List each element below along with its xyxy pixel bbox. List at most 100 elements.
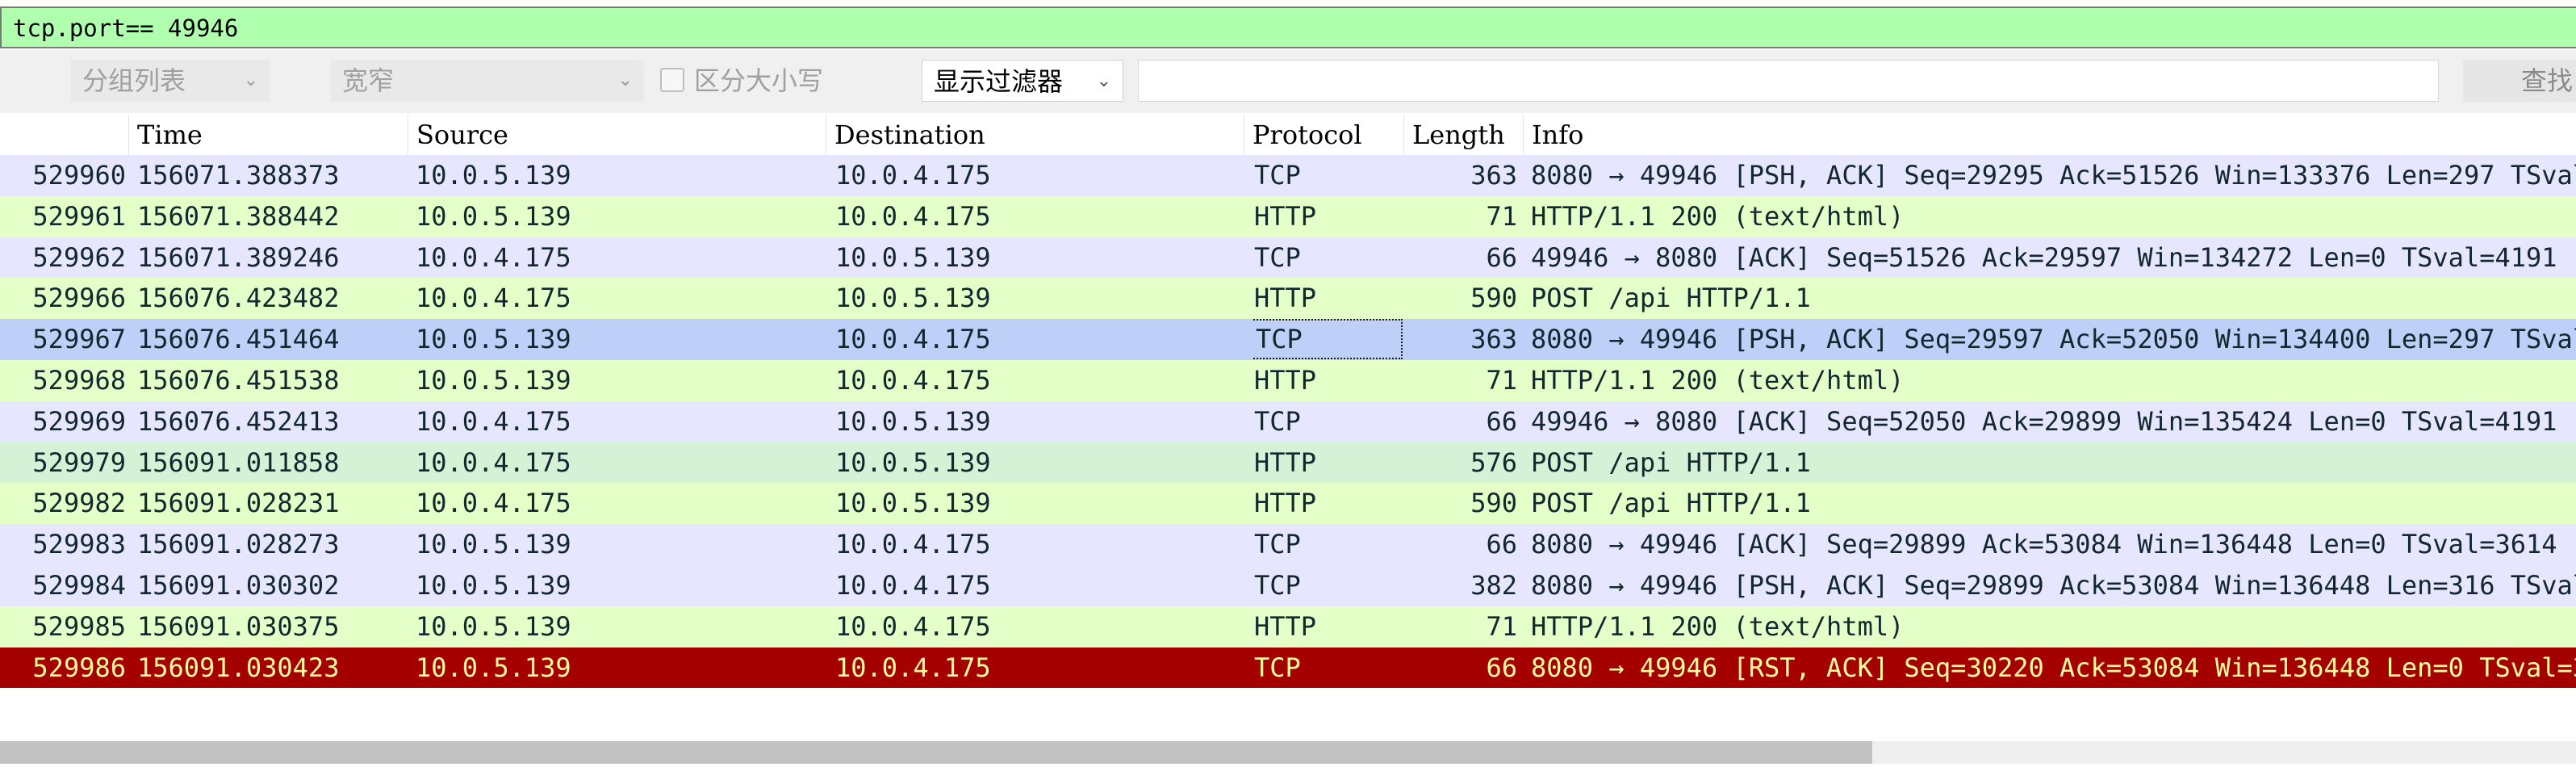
scrollbar-thumb[interactable] [0,741,1872,764]
packet-time: 156091.030423 [137,652,340,683]
packet-length: 66 [1486,652,1517,683]
packet-length: 66 [1486,241,1517,273]
column-header-time[interactable]: Time [129,115,408,155]
display-filter-bar[interactable]: tcp.port== 49946 [0,6,2576,48]
packet-protocol: TCP [1252,524,1403,565]
packet-time: 156076.451464 [137,324,340,355]
packet-protocol: HTTP [1252,278,1403,319]
packet-info: POST /api HTTP/1.1 [1531,283,1811,314]
packet-list[interactable]: Time Source Destination Protocol Length … [0,115,2576,767]
packet-number: 529960 [32,160,126,191]
packet-protocol-text: HTTP [1254,610,1317,642]
packet-destination: 10.0.4.175 [835,569,991,601]
packet-info: 8080 → 49946 [RST, ACK] Seq=30220 Ack=53… [1531,652,2576,683]
packet-protocol: TCP [1252,237,1403,279]
find-button-label: 查找 [2521,65,2574,96]
packet-list-header: Time Source Destination Protocol Length … [0,115,2576,156]
chevron-down-icon: ⌄ [243,70,258,90]
packet-info: HTTP/1.1 200 (text/html) [1531,610,1905,642]
display-filter-input[interactable]: tcp.port== 49946 [13,13,238,44]
packet-protocol-text: HTTP [1254,283,1317,314]
packet-destination: 10.0.5.139 [835,283,991,314]
packet-protocol: TCP [1252,401,1403,442]
case-sensitive-label: 区分大小写 [694,65,824,96]
packet-source: 10.0.4.175 [416,283,571,314]
table-row[interactable]: 529967 156076.451464 10.0.5.139 10.0.4.175 T… [0,319,2576,360]
packet-source: 10.0.5.139 [416,569,571,601]
packet-protocol: HTTP [1252,360,1403,401]
packet-time: 156076.451538 [137,364,340,396]
packet-length: 66 [1486,529,1517,560]
packet-number: 529968 [32,364,126,396]
chevron-down-icon: ⌄ [1096,71,1111,91]
table-row[interactable]: 529968 156076.451538 10.0.5.139 10.0.4.175 H… [0,359,2576,401]
char-width-label: 宽窄 [342,65,395,96]
packet-info: POST /api HTTP/1.1 [1531,446,1811,478]
search-type-dropdown[interactable]: 显示过滤器 ⌄ [922,60,1123,102]
packet-source: 10.0.5.139 [416,364,571,396]
table-row[interactable]: 529960 156071.388373 10.0.5.139 10.0.4.175 T… [0,155,2576,196]
packet-destination: 10.0.4.175 [835,200,991,232]
packet-source: 10.0.4.175 [416,241,571,273]
packet-destination: 10.0.4.175 [835,529,991,560]
packet-destination: 10.0.4.175 [835,364,991,396]
search-type-label: 显示过滤器 [934,66,1064,97]
packet-time: 156071.389246 [137,241,340,273]
table-row[interactable]: 529985 156091.030375 10.0.5.139 10.0.4.175 H… [0,606,2576,648]
find-button[interactable]: 查找 [2463,60,2576,102]
table-row[interactable]: 529986 156091.030423 10.0.5.139 10.0.4.175 T… [0,647,2576,689]
column-header-no[interactable] [0,115,129,155]
packet-protocol: TCP [1252,155,1403,196]
packet-info: 49946 → 8080 [ACK] Seq=52050 Ack=29899 W… [1531,405,2557,437]
packet-destination: 10.0.5.139 [835,446,991,478]
packet-time: 156091.028273 [137,529,340,560]
case-sensitive-checkbox[interactable]: 区分大小写 [660,60,823,102]
packet-info: HTTP/1.1 200 (text/html) [1531,364,1905,396]
table-row[interactable]: 529961 156071.388442 10.0.5.139 10.0.4.175 H… [0,195,2576,237]
packet-number: 529962 [32,241,126,273]
chevron-down-icon: ⌄ [617,70,633,90]
packet-time: 156091.030375 [137,610,340,642]
packet-info: 8080 → 49946 [ACK] Seq=29899 Ack=53084 W… [1531,529,2557,560]
column-header-destination[interactable]: Destination [826,115,1244,155]
packet-info: POST /api HTTP/1.1 [1531,488,1811,519]
search-scope-dropdown[interactable]: 分组列表 ⌄ [71,60,270,102]
packet-info: HTTP/1.1 200 (text/html) [1531,200,1905,232]
checkbox-icon[interactable] [660,68,684,92]
packet-number: 529969 [32,405,126,437]
table-row[interactable]: 529969 156076.452413 10.0.4.175 10.0.5.139 T… [0,400,2576,442]
packet-length: 363 [1470,324,1517,355]
table-row[interactable]: 529982 156091.028231 10.0.4.175 10.0.5.139 H… [0,483,2576,525]
packet-time: 156091.011858 [137,446,340,478]
column-header-length[interactable]: Length [1404,115,1524,155]
horizontal-scrollbar[interactable] [0,741,2576,764]
packet-number: 529983 [32,529,126,560]
packet-time: 156076.423482 [137,283,340,314]
column-header-protocol[interactable]: Protocol [1244,115,1404,155]
packet-info: 49946 → 8080 [ACK] Seq=51526 Ack=29597 W… [1531,241,2557,273]
table-row[interactable]: 529983 156091.028273 10.0.5.139 10.0.4.175 T… [0,524,2576,565]
table-row[interactable]: 529979 156091.011858 10.0.4.175 10.0.5.139 H… [0,442,2576,484]
packet-length: 66 [1486,405,1517,437]
packet-time: 156071.388373 [137,160,340,191]
table-row[interactable]: 529962 156071.389246 10.0.4.175 10.0.5.139 T… [0,237,2576,279]
packet-rows: 529960 156071.388373 10.0.5.139 10.0.4.175 T… [0,155,2576,689]
packet-source: 10.0.5.139 [416,529,571,560]
packet-time: 156091.028231 [137,488,340,519]
packet-length: 363 [1470,160,1517,191]
packet-info: 8080 → 49946 [PSH, ACK] Seq=29899 Ack=53… [1531,569,2576,601]
packet-protocol-text: TCP [1254,160,1301,191]
table-row[interactable]: 529966 156076.423482 10.0.4.175 10.0.5.139 H… [0,278,2576,320]
column-header-info[interactable]: Info [1524,115,2576,155]
packet-protocol: HTTP [1252,442,1403,484]
packet-number: 529986 [32,652,126,683]
packet-protocol: TCP [1252,319,1403,360]
packet-protocol: HTTP [1252,483,1403,524]
packet-source: 10.0.4.175 [416,446,571,478]
column-header-source[interactable]: Source [408,115,826,155]
packet-number: 529985 [32,610,126,642]
table-row[interactable]: 529984 156091.030302 10.0.5.139 10.0.4.175 T… [0,564,2576,606]
char-width-dropdown[interactable]: 宽窄 ⌄ [331,60,644,102]
find-search-input[interactable] [1138,60,2439,102]
packet-number: 529984 [32,569,126,601]
